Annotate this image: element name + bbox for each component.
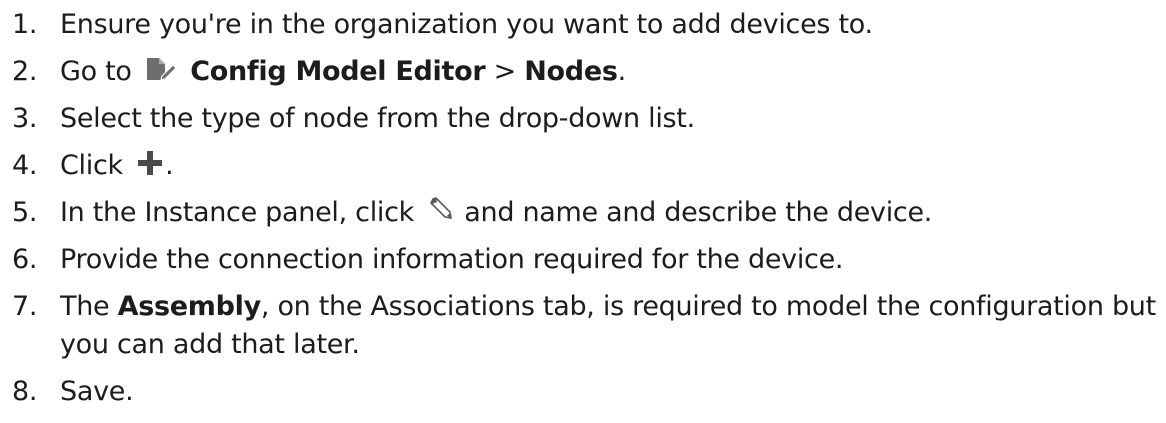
step-text-suffix: . [617,56,627,87]
instruction-steps: 1. Ensure you're in the organization you… [12,6,1162,420]
step-1: 1. Ensure you're in the organization you… [12,6,1162,44]
step-number: 7. [12,291,38,322]
step-number: 5. [12,197,38,228]
step-text: The [60,291,118,322]
menu-path-nodes: Nodes [524,56,618,87]
step-number: 2. [12,56,38,87]
step-text: Provide the connection information requi… [60,244,844,275]
step-2: 2. Go to Config Model Editor > Nodes. [12,53,1162,91]
step-text: Click [60,150,123,181]
step-text: Save. [60,376,134,407]
config-model-editor-icon [146,58,177,81]
step-number: 3. [12,103,38,134]
step-number: 1. [12,9,38,40]
step-6: 6. Provide the connection information re… [12,241,1162,279]
step-number: 4. [12,150,38,181]
step-text-suffix: and name and describe the device. [464,197,933,228]
step-text-suffix: . [165,150,174,181]
step-7: 7. The Assembly, on the Associations tab… [12,288,1162,364]
menu-path-config-model-editor: Config Model Editor [190,56,486,87]
step-8: 8. Save. [12,373,1162,411]
step-text: Go to [60,56,132,87]
plus-icon [138,151,163,175]
step-number: 8. [12,376,38,407]
step-5: 5. In the Instance panel, click and name… [12,194,1162,232]
step-4: 4. Click . [12,147,1162,185]
pencil-icon [430,197,453,219]
step-number: 6. [12,244,38,275]
step-text: In the Instance panel, click [60,197,414,228]
step-text: Select the type of node from the drop-do… [60,103,695,134]
assembly-term: Assembly [117,291,262,322]
path-separator: > [485,56,525,87]
step-text: Ensure you're in the organization you wa… [60,9,873,40]
step-3: 3. Select the type of node from the drop… [12,100,1162,138]
